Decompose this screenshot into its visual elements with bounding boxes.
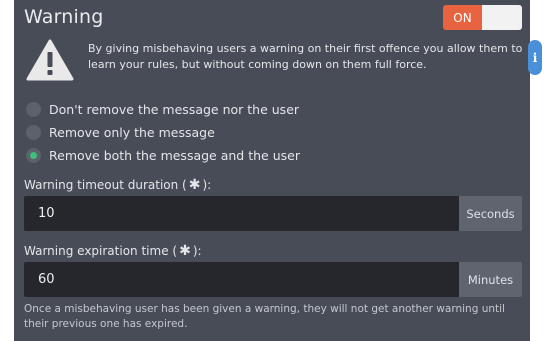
warning-triangle-icon [26,39,74,81]
toggle-on-label: ON [443,5,482,30]
option-label: Don't remove the message nor the user [49,101,300,117]
option-label: Remove both the message and the user [49,147,300,163]
radio-button-selected[interactable] [26,147,41,163]
expiration-label-suffix: ): [192,244,202,258]
section-title: Warning [24,6,104,28]
timeout-label-text: Warning timeout duration ( [24,178,187,192]
timeout-input-group: 10 Seconds [24,196,522,231]
expiration-label: Warning expiration time (✱): [24,243,202,259]
radio-button[interactable] [26,124,41,140]
expiration-label-text: Warning expiration time ( [24,244,178,258]
required-asterisk-icon: ✱ [188,177,201,193]
option-keep-all[interactable]: Don't remove the message nor the user [26,100,299,118]
option-remove-message[interactable]: Remove only the message [26,123,215,141]
section-description: By giving misbehaving users a warning on… [88,42,523,71]
expiration-input[interactable]: 60 [24,262,459,297]
expiration-input-group: 60 Minutes [24,262,522,297]
radio-button[interactable] [26,101,41,117]
timeout-label: Warning timeout duration (✱): [24,177,211,193]
warning-settings-panel: Warning ON By giving misbehaving users a… [14,0,530,341]
expiration-footnote: Once a misbehaving user has been given a… [24,303,505,330]
expiration-unit: Minutes [459,262,522,297]
required-asterisk-icon: ✱ [179,243,191,259]
option-label: Remove only the message [49,124,215,140]
warning-toggle[interactable]: ON [443,5,522,30]
option-remove-message-and-user[interactable]: Remove both the message and the user [26,146,300,164]
timeout-unit: Seconds [459,196,522,231]
info-icon[interactable]: i [528,40,542,75]
timeout-input[interactable]: 10 [24,196,459,231]
timeout-label-suffix: ): [202,178,212,192]
toggle-knob [482,5,522,30]
